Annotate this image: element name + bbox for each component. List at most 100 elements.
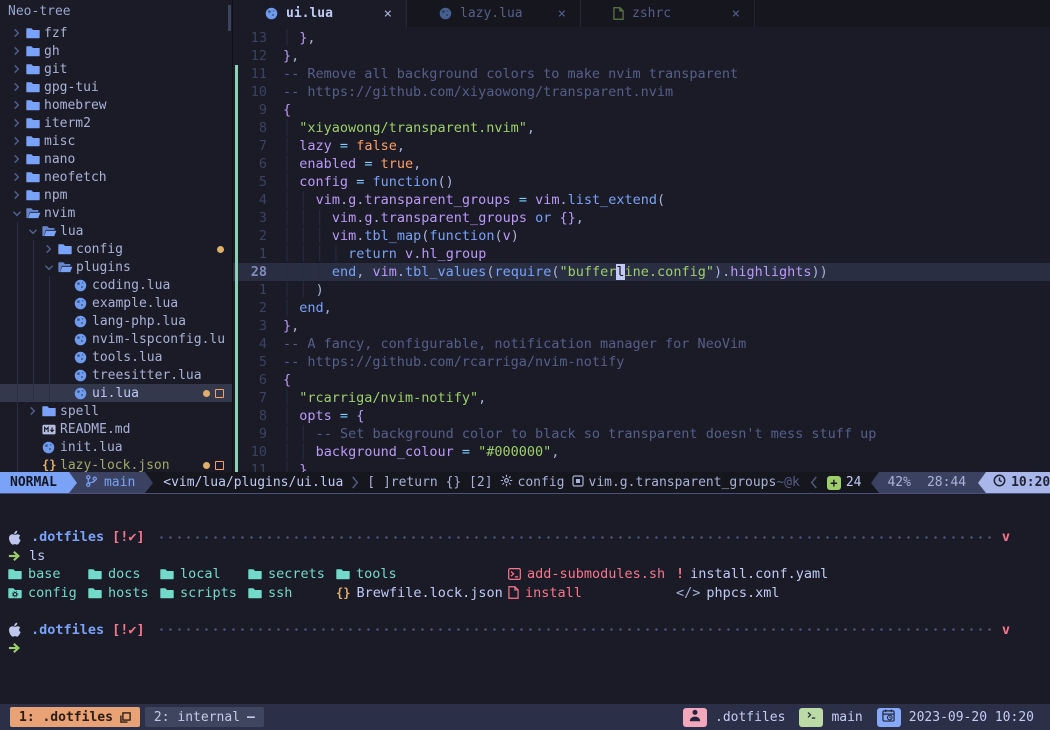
tree-item-init-lua[interactable]: init.lua (0, 438, 232, 456)
tree-item-spell[interactable]: spell (0, 402, 232, 420)
tree-item-plugins[interactable]: plugins (0, 258, 232, 276)
scroll-percent: 42% (887, 475, 910, 490)
line-number: 4 (233, 191, 283, 209)
tree-item-neofetch[interactable]: neofetch (0, 168, 232, 186)
indent-guide (17, 294, 28, 312)
tree-item-label: example.lua (92, 296, 224, 311)
tree-item-gpg-tui[interactable]: gpg-tui (0, 78, 232, 96)
code-line[interactable]: 6{ (233, 371, 1050, 389)
code-line[interactable]: 8│ "xiyaowong/transparent.nvim", (233, 119, 1050, 137)
unstaged-square-icon (215, 461, 224, 470)
tree-item-ui-lua[interactable]: ui.lua (0, 384, 232, 402)
tree-item-readme-md[interactable]: README.md (0, 420, 232, 438)
lua-file-icon (74, 297, 92, 310)
clock-icon (993, 474, 1006, 491)
code-line[interactable]: 1│ │ ) (233, 281, 1050, 299)
code-line[interactable]: 3}, (233, 317, 1050, 335)
folder-icon (26, 27, 44, 39)
line-number: 6 (233, 371, 283, 389)
neotree-file-list: fzfghgitgpg-tuihomebrew iterm2miscnanoneo… (0, 24, 232, 472)
mode-indicator: NORMAL (0, 472, 69, 493)
code-line[interactable]: 12}, (233, 47, 1050, 65)
tree-item-label: nvim-lspconfig.lua (92, 332, 224, 347)
vi-mode-indicator: v (1002, 621, 1010, 640)
tree-item-treesitter-lua[interactable]: treesitter.lua (0, 366, 232, 384)
tree-item-npm[interactable]: npm (0, 186, 232, 204)
tree-item-config[interactable]: config (0, 240, 232, 258)
code-line[interactable]: 11-- Remove all background colors to mak… (233, 65, 1050, 83)
plugin-updates-icon: + (827, 476, 841, 490)
indent-guide (33, 312, 44, 330)
code-line[interactable]: 13│ }, (233, 29, 1050, 47)
code-line[interactable]: 11│ }, (233, 461, 1050, 472)
code-line[interactable]: 5│ config = function() (233, 173, 1050, 191)
code-line[interactable]: 7│ "rcarriga/nvim-notify", (233, 389, 1050, 407)
tree-item-gh[interactable]: gh (0, 42, 232, 60)
tab-lazy-lua[interactable]: lazy.lua × (407, 0, 581, 27)
code-line[interactable]: 3│ │ │ vim.g.transparent_groups or {}, (233, 209, 1050, 227)
tree-item-lua[interactable]: lua (0, 222, 232, 240)
tree-item-git[interactable]: git (0, 60, 232, 78)
tree-item-nano[interactable]: nano (0, 150, 232, 168)
code-line[interactable]: 10│ │ background_colour = "#000000", (233, 443, 1050, 461)
tree-item-homebrew[interactable]: homebrew (0, 96, 232, 114)
code-line[interactable]: 5-- https://github.com/rcarriga/nvim-not… (233, 353, 1050, 371)
tree-item-label: config (76, 242, 213, 257)
tab-ui-lua[interactable]: ui.lua× (233, 0, 407, 27)
code-line[interactable]: 28│ │ │ end, vim.tbl_values(require("buf… (233, 263, 1050, 281)
tab-zshrc[interactable]: zshrc× (581, 0, 755, 27)
indent-guide: │ (283, 282, 291, 298)
line-number: 5 (233, 353, 283, 371)
shell-pane[interactable]: .dotfiles[!✔]vlsbasedocslocalsecretstool… (0, 494, 1050, 704)
code-line[interactable]: 8│ opts = { (233, 407, 1050, 425)
indent-guide: │ (283, 462, 291, 472)
apple-icon (8, 622, 22, 637)
line-number: 3 (233, 317, 283, 335)
tab-label: lazy.lua (460, 6, 523, 21)
close-icon[interactable]: × (732, 6, 740, 22)
tree-item-lang-php-lua[interactable]: lang-php.lua (0, 312, 232, 330)
code-line[interactable]: 9{ (233, 101, 1050, 119)
close-icon[interactable]: × (384, 6, 392, 22)
line-number: 7 (233, 137, 283, 155)
tree-item-fzf[interactable]: fzf (0, 24, 232, 42)
tree-item-lazy-lock-json[interactable]: {}lazy-lock.json (0, 456, 232, 472)
code-line[interactable]: 4-- A fancy, configurable, notification … (233, 335, 1050, 353)
tree-item-coding-lua[interactable]: coding.lua (0, 276, 232, 294)
folder-icon (26, 45, 44, 57)
neotree-scrollbar[interactable] (228, 5, 231, 31)
code-line[interactable]: 9│ │ -- Set background color to black so… (233, 425, 1050, 443)
tree-item-nvim-lspconfig-lua[interactable]: nvim-lspconfig.lua (0, 330, 232, 348)
code-line[interactable]: 10-- https://github.com/xiyaowong/transp… (233, 83, 1050, 101)
git-add-sign (235, 101, 238, 119)
file-entry-name: scripts (180, 584, 237, 603)
code-line[interactable]: 4│ │ vim.g.transparent_groups = vim.list… (233, 191, 1050, 209)
git-branch-label: main (104, 475, 135, 490)
tmux-window--dotfiles[interactable]: 1: .dotfiles (10, 707, 140, 727)
tree-item-iterm2[interactable]: iterm2 (0, 114, 232, 132)
code-line[interactable]: 1│ │ │ │ return v.hl_group (233, 245, 1050, 263)
tree-item-tools-lua[interactable]: tools.lua (0, 348, 232, 366)
code-line[interactable]: 2│ end, (233, 299, 1050, 317)
register-indicator: ~@k (776, 472, 799, 493)
statusline: NORMAL main <vim/lua/plugins/ui.lua [ ]r… (0, 472, 1050, 493)
file-entry: local (160, 565, 248, 584)
tree-item-example-lua[interactable]: example.lua (0, 294, 232, 312)
close-icon[interactable]: × (558, 6, 566, 22)
chevron-right-icon (12, 46, 26, 56)
code-line[interactable]: 7│ lazy = false, (233, 137, 1050, 155)
line-number: 3 (233, 209, 283, 227)
tree-item-misc[interactable]: misc (0, 132, 232, 150)
tmux-window-internal[interactable]: 2: internal– (145, 707, 264, 727)
code-area[interactable]: 13│ },12},11-- Remove all background col… (233, 27, 1050, 472)
line-number: 10 (233, 83, 283, 101)
code-line[interactable]: 6│ enabled = true, (233, 155, 1050, 173)
indent-guide (17, 366, 28, 384)
indent-guide (17, 402, 28, 420)
tree-item-label: iterm2 (44, 116, 224, 131)
code-line[interactable]: 2│ │ │ vim.tbl_map(function(v) (233, 227, 1050, 245)
file-icon (613, 7, 624, 20)
tmux-statusbar: 1: .dotfiles2: internal– .dotfiles main … (0, 704, 1050, 730)
tree-item-nvim[interactable]: nvim (0, 204, 232, 222)
git-add-sign (235, 191, 238, 209)
